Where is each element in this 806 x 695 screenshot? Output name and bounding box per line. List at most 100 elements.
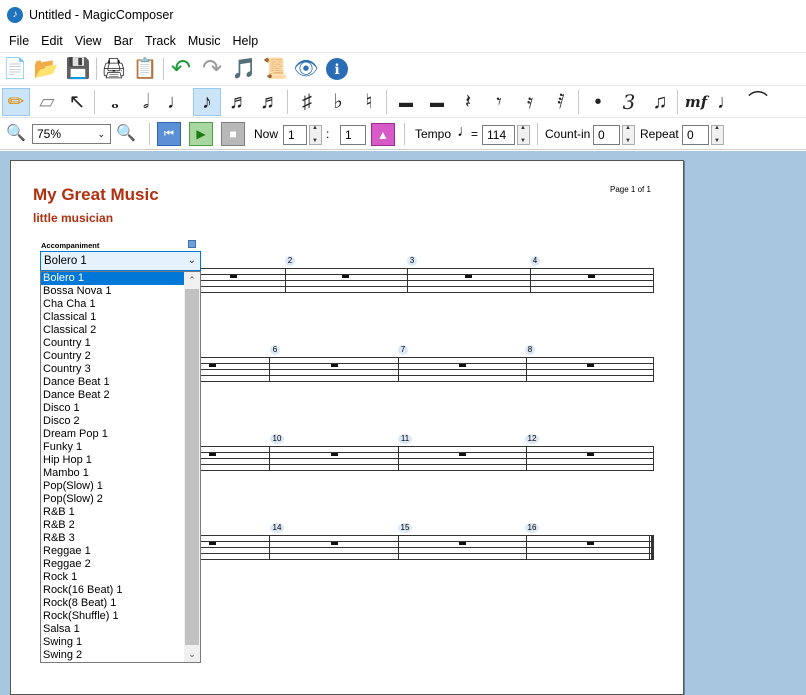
menu-view[interactable]: View — [69, 31, 108, 51]
repeat-stepper[interactable] — [711, 125, 724, 145]
accent-note-icon[interactable]: ♩ — [714, 89, 740, 115]
eraser-icon[interactable]: ▱ — [34, 89, 60, 115]
zoom-select[interactable]: 75% ⌄ — [32, 124, 111, 144]
zoom-out-icon[interactable]: 🔍 — [3, 121, 29, 147]
score-title[interactable]: My Great Music — [33, 185, 159, 205]
scroll-down-icon[interactable]: ⌄ — [184, 646, 200, 662]
accompaniment-option[interactable]: Country 2 — [41, 350, 184, 363]
accompaniment-option[interactable]: Rock 1 — [41, 571, 184, 584]
accompaniment-option[interactable]: Swing 2 — [41, 649, 184, 662]
whole-note-icon[interactable]: 𝅝 — [102, 89, 128, 115]
accompaniment-option[interactable]: Classical 1 — [41, 311, 184, 324]
track-icon[interactable]: 🎵 — [231, 56, 257, 82]
accompaniment-option[interactable]: Country 1 — [41, 337, 184, 350]
accompaniment-option[interactable]: R&B 1 — [41, 506, 184, 519]
flat-icon[interactable]: ♭ — [325, 89, 351, 115]
accompaniment-option[interactable]: Cha Cha 1 — [41, 298, 184, 311]
pencil-icon[interactable]: ✏ — [2, 88, 30, 116]
staff-row-4[interactable] — [201, 535, 654, 565]
half-rest-icon[interactable]: ▬ — [424, 89, 450, 115]
now-bar-stepper[interactable] — [309, 125, 322, 145]
stop-icon[interactable]: ■ — [221, 122, 245, 146]
accompaniment-option[interactable]: Swing 1 — [41, 636, 184, 649]
menu-file[interactable]: File — [3, 31, 35, 51]
scroll-up-icon[interactable]: ⌃ — [184, 272, 200, 288]
accompaniment-option[interactable]: Reggae 2 — [41, 558, 184, 571]
tie-icon[interactable]: ♫ — [647, 89, 673, 115]
staff-row-3[interactable] — [201, 446, 654, 476]
menu-track[interactable]: Track — [139, 31, 182, 51]
quarter-rest-icon[interactable]: 𝄽 — [455, 89, 481, 115]
dot-icon[interactable]: • — [585, 89, 611, 115]
accompaniment-option[interactable]: Salsa 1 — [41, 623, 184, 636]
staff-row-2[interactable] — [201, 357, 654, 387]
half-note-icon[interactable]: 𝅗𝅥 — [133, 89, 159, 115]
print-preview-icon[interactable]: 📋 — [132, 56, 158, 82]
accompaniment-list[interactable]: Bolero 1 Bossa Nova 1 Cha Cha 1 Classical 1… — [40, 271, 201, 663]
accompaniment-option[interactable]: Disco 1 — [41, 402, 184, 415]
zoom-in-icon[interactable]: 🔍 — [113, 121, 139, 147]
slur-icon[interactable]: ⌒ — [745, 89, 771, 115]
countin-stepper[interactable] — [622, 125, 635, 145]
countin-field[interactable]: 0 — [593, 125, 620, 145]
select-arrow-icon[interactable]: ↖ — [64, 89, 90, 115]
sixteenth-note-icon[interactable]: ♬ — [226, 89, 252, 115]
repeat-field[interactable]: 0 — [682, 125, 709, 145]
accompaniment-option[interactable]: R&B 2 — [41, 519, 184, 532]
accompaniment-option[interactable]: Bolero 1 — [41, 272, 184, 285]
redo-icon[interactable]: ↷ — [199, 56, 225, 82]
rewind-icon[interactable]: ⏮ — [157, 122, 181, 146]
scroll-thumb[interactable] — [185, 289, 199, 645]
accompaniment-option[interactable]: Bossa Nova 1 — [41, 285, 184, 298]
accompaniment-collapse-icon[interactable] — [188, 240, 196, 248]
menu-music[interactable]: Music — [182, 31, 227, 51]
accompaniment-option[interactable]: Disco 2 — [41, 415, 184, 428]
accompaniment-option[interactable]: Dream Pop 1 — [41, 428, 184, 441]
now-beat-field[interactable]: 1 — [340, 125, 366, 145]
whole-rest-icon[interactable]: ▬ — [393, 89, 419, 115]
natural-icon[interactable]: ♮ — [356, 89, 382, 115]
now-bar-field[interactable]: 1 — [283, 125, 307, 145]
accompaniment-option[interactable]: Dance Beat 2 — [41, 389, 184, 402]
tempo-field[interactable]: 114 — [482, 125, 515, 145]
accompaniment-option[interactable]: Funky 1 — [41, 441, 184, 454]
accompaniment-option[interactable]: Hip Hop 1 — [41, 454, 184, 467]
menu-edit[interactable]: Edit — [35, 31, 69, 51]
menu-bar-menu[interactable]: Bar — [108, 31, 139, 51]
open-folder-icon[interactable]: 📂 — [33, 56, 59, 82]
accompaniment-option[interactable]: Pop(Slow) 1 — [41, 480, 184, 493]
new-document-icon[interactable]: 📄 — [2, 56, 28, 82]
accompaniment-option[interactable]: R&B 3 — [41, 532, 184, 545]
accompaniment-option[interactable]: Rock(16 Beat) 1 — [41, 584, 184, 597]
list-scrollbar[interactable]: ⌃ ⌄ — [184, 272, 200, 662]
staff-row-1[interactable] — [201, 268, 654, 298]
accompaniment-select[interactable]: Bolero 1 ⌄ — [40, 251, 201, 271]
info-icon[interactable]: ℹ — [326, 58, 348, 80]
accompaniment-option[interactable]: Pop(Slow) 2 — [41, 493, 184, 506]
accompaniment-option[interactable]: Dance Beat 1 — [41, 376, 184, 389]
view-icon[interactable]: 👁 — [293, 56, 319, 82]
accompaniment-option[interactable]: Rock(8 Beat) 1 — [41, 597, 184, 610]
accompaniment-option[interactable]: Country 3 — [41, 363, 184, 376]
accompaniment-option[interactable]: Classical 2 — [41, 324, 184, 337]
thirty-second-note-icon[interactable]: ♬ — [257, 89, 283, 115]
save-icon[interactable]: 💾 — [65, 56, 91, 82]
thirty-second-rest-icon[interactable]: 𝅀 — [548, 89, 574, 115]
eighth-rest-icon[interactable]: 𝄾 — [486, 89, 512, 115]
play-icon[interactable]: ▶ — [189, 122, 213, 146]
accompaniment-option[interactable]: Rock(Shuffle) 1 — [41, 610, 184, 623]
metronome-icon[interactable]: ▲ — [371, 123, 395, 146]
quarter-note-icon[interactable]: ♩ — [164, 89, 190, 115]
triplet-icon[interactable]: 3 — [616, 89, 642, 115]
eighth-note-icon[interactable]: ♪ — [193, 88, 221, 116]
menu-help[interactable]: Help — [226, 31, 264, 51]
print-icon[interactable]: 🖨 — [101, 56, 127, 82]
score-author[interactable]: little musician — [33, 211, 113, 225]
tempo-stepper[interactable] — [517, 125, 530, 145]
sharp-icon[interactable]: ♯ — [294, 89, 320, 115]
sixteenth-rest-icon[interactable]: 𝄿 — [517, 89, 543, 115]
accompaniment-option[interactable]: Mambo 1 — [41, 467, 184, 480]
accompaniment-option[interactable]: Reggae 1 — [41, 545, 184, 558]
score-settings-icon[interactable]: 📜 — [262, 56, 288, 82]
dynamics-mf-icon[interactable]: mf — [683, 89, 709, 115]
